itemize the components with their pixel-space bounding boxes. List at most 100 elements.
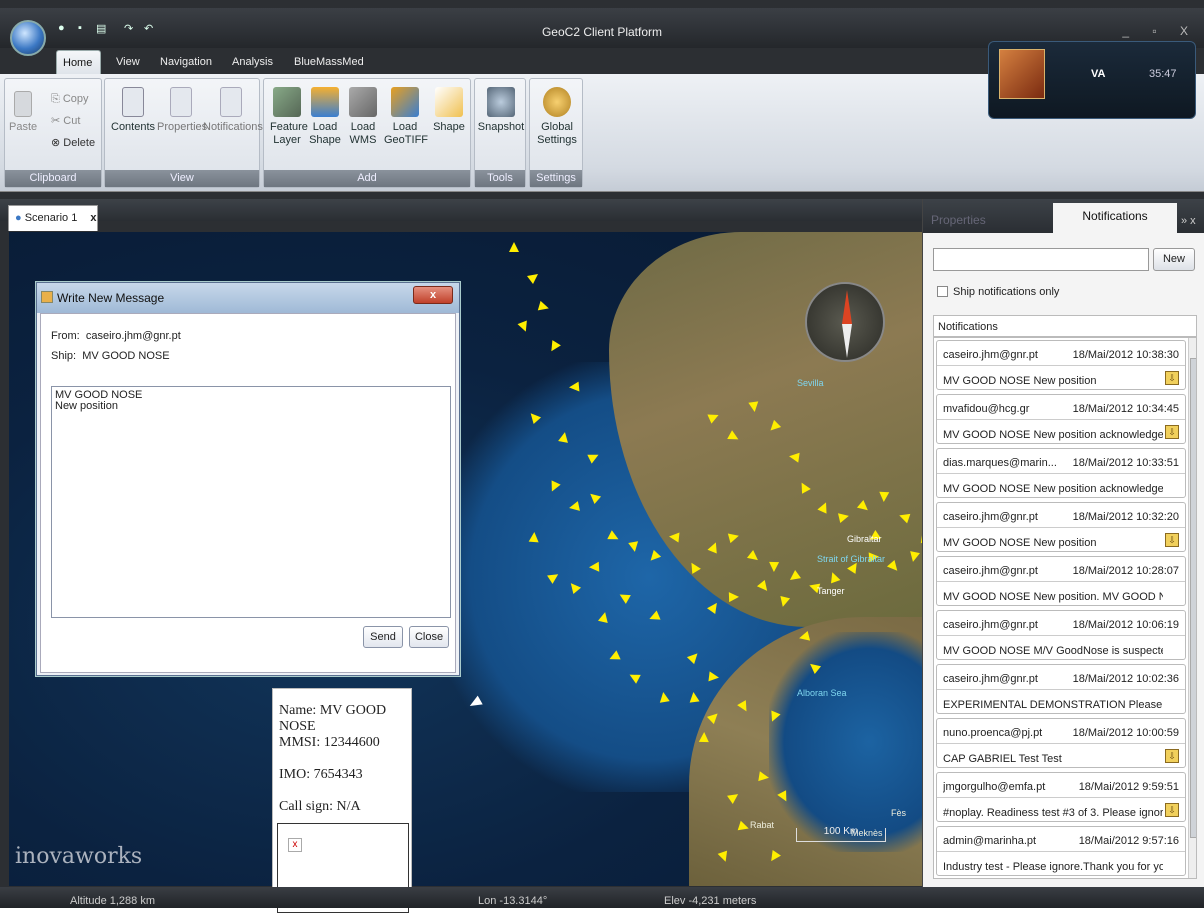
notification-item[interactable]: admin@marinha.pt 18/Mai/2012 9:57:16 Indus… bbox=[936, 826, 1186, 876]
notification-divider bbox=[937, 527, 1185, 528]
close-tab-icon[interactable]: x bbox=[90, 212, 96, 224]
notification-item[interactable]: caseiro.jhm@gnr.pt 18/Mai/2012 10:02:36 EX… bbox=[936, 664, 1186, 714]
add-group-title: Add bbox=[264, 170, 470, 187]
ship-marker[interactable] bbox=[588, 561, 600, 573]
notification-input[interactable] bbox=[933, 248, 1149, 271]
notification-item[interactable]: nuno.proenca@pj.pt 18/Mai/2012 10:00:59 CA… bbox=[936, 718, 1186, 768]
new-notification-button[interactable]: New bbox=[1153, 248, 1195, 271]
map-label-rabat: Rabat bbox=[750, 820, 775, 830]
snapshot-button[interactable]: Snapshot bbox=[477, 87, 525, 134]
tab-home[interactable]: Home bbox=[56, 50, 101, 74]
notification-sender: jmgorgulho@emfa.pt bbox=[943, 781, 1046, 793]
notification-item[interactable]: caseiro.jhm@gnr.pt 18/Mai/2012 10:28:07 MV… bbox=[936, 556, 1186, 606]
notification-item[interactable]: caseiro.jhm@gnr.pt 18/Mai/2012 10:38:30 MV… bbox=[936, 340, 1186, 390]
ship-marker[interactable] bbox=[668, 531, 680, 543]
compass-control[interactable] bbox=[805, 282, 885, 362]
window-controls[interactable]: _ ▫ X bbox=[1122, 24, 1198, 38]
ship-callsign: Call sign: N/A bbox=[279, 799, 361, 814]
ship-marker[interactable] bbox=[788, 451, 800, 463]
ship-marker[interactable] bbox=[878, 491, 890, 503]
session-time: 35:47 bbox=[1149, 68, 1177, 80]
properties-icon bbox=[170, 87, 192, 117]
ship-marker[interactable] bbox=[628, 541, 640, 553]
notification-item[interactable]: mvafidou@hcg.gr 18/Mai/2012 10:34:45 MV GO… bbox=[936, 394, 1186, 444]
notification-sender: admin@marinha.pt bbox=[943, 835, 1037, 847]
ship-marker[interactable] bbox=[658, 691, 670, 703]
download-icon[interactable]: ⇩ bbox=[1165, 803, 1179, 817]
tab-view[interactable]: View bbox=[110, 50, 146, 74]
feature-layer-button[interactable]: Feature Layer bbox=[270, 87, 308, 147]
ship-marker[interactable] bbox=[768, 561, 780, 573]
clipboard-group-title: Clipboard bbox=[5, 170, 101, 187]
properties-button[interactable]: Properties bbox=[157, 87, 207, 134]
ship-marker[interactable] bbox=[517, 320, 531, 334]
ship-marker[interactable] bbox=[708, 671, 720, 683]
cut-button[interactable]: ✂ Cut bbox=[51, 115, 80, 128]
panel-overflow-button[interactable]: » x bbox=[1181, 215, 1196, 227]
notification-item[interactable]: caseiro.jhm@gnr.pt 18/Mai/2012 10:32:20 MV… bbox=[936, 502, 1186, 552]
ship-only-checkbox[interactable] bbox=[937, 286, 948, 297]
tab-scenario-1[interactable]: ● Scenario 1 x bbox=[8, 205, 98, 231]
ship-marker[interactable] bbox=[698, 731, 710, 743]
notification-divider bbox=[937, 743, 1185, 744]
notification-message: MV GOOD NOSE New position bbox=[943, 375, 1097, 387]
gear-icon bbox=[543, 87, 571, 117]
ship-label: Ship: bbox=[51, 350, 77, 362]
download-icon[interactable]: ⇩ bbox=[1165, 749, 1179, 763]
notification-sender: caseiro.jhm@gnr.pt bbox=[943, 511, 1038, 523]
ship-imo: IMO: 7654343 bbox=[279, 767, 363, 782]
download-icon[interactable]: ⇩ bbox=[1165, 371, 1179, 385]
shape-button[interactable]: Shape bbox=[432, 87, 466, 134]
compass-north-needle bbox=[842, 290, 852, 324]
notification-date: 18/Mai/2012 10:38:30 bbox=[1072, 349, 1179, 361]
send-button[interactable]: Send bbox=[363, 626, 403, 648]
paste-button[interactable]: Paste bbox=[9, 91, 37, 134]
download-icon[interactable]: ⇩ bbox=[1165, 425, 1179, 439]
notification-item[interactable]: caseiro.jhm@gnr.pt 18/Mai/2012 10:06:19 MV… bbox=[936, 610, 1186, 660]
load-geotiff-button[interactable]: Load GeoTIFF bbox=[384, 87, 429, 147]
ship-marker[interactable] bbox=[728, 591, 740, 603]
ship-marker[interactable] bbox=[748, 401, 760, 413]
avatar[interactable] bbox=[999, 49, 1045, 99]
ship-marker[interactable] bbox=[528, 531, 540, 543]
ship-marker[interactable] bbox=[758, 771, 770, 783]
load-wms-button[interactable]: Load WMS bbox=[346, 87, 380, 147]
ship-marker[interactable] bbox=[537, 300, 551, 314]
tools-group: Snapshot Tools bbox=[474, 78, 526, 188]
tab-analysis[interactable]: Analysis bbox=[226, 50, 279, 74]
contents-button[interactable]: Contents bbox=[111, 87, 155, 134]
notification-message: MV GOOD NOSE New position acknowledged b… bbox=[943, 483, 1163, 495]
tab-notifications[interactable]: Notifications bbox=[1053, 203, 1177, 233]
dialog-close-button[interactable]: x bbox=[413, 286, 453, 304]
map-label-gibraltar: Gibraltar bbox=[847, 534, 882, 544]
scrollbar-thumb[interactable] bbox=[1190, 358, 1196, 838]
delete-button[interactable]: ⊗ Delete bbox=[51, 137, 95, 150]
copy-button[interactable]: ⎘ Copy bbox=[51, 93, 89, 106]
ship-marker[interactable] bbox=[526, 269, 542, 285]
tab-properties[interactable]: Properties bbox=[931, 213, 986, 227]
load-shape-button[interactable]: Load Shape bbox=[308, 87, 342, 147]
broken-image-icon: x bbox=[288, 838, 302, 852]
tab-navigation[interactable]: Navigation bbox=[154, 50, 218, 74]
load-wms-icon bbox=[349, 87, 377, 117]
ship-marker[interactable] bbox=[558, 431, 570, 443]
global-settings-button[interactable]: Global Settings bbox=[534, 87, 580, 147]
list-scrollbar[interactable] bbox=[1188, 338, 1196, 878]
ship-marker[interactable] bbox=[509, 242, 519, 252]
notification-item[interactable]: dias.marques@marin... 18/Mai/2012 10:33:5… bbox=[936, 448, 1186, 498]
dialog-title-bar[interactable]: Write New Message x bbox=[37, 283, 459, 313]
ship-marker[interactable] bbox=[908, 551, 920, 563]
ship-marker[interactable] bbox=[568, 501, 580, 513]
notification-date: 18/Mai/2012 10:34:45 bbox=[1072, 403, 1179, 415]
ship-marker[interactable] bbox=[547, 340, 561, 354]
download-icon[interactable]: ⇩ bbox=[1165, 533, 1179, 547]
notifications-button[interactable]: Notifications bbox=[203, 87, 263, 134]
paste-label: Paste bbox=[9, 121, 38, 133]
load-geotiff-label: Load GeoTIFF bbox=[384, 121, 429, 146]
message-textarea[interactable]: MV GOOD NOSE New position bbox=[51, 386, 451, 618]
ship-marker[interactable] bbox=[568, 381, 580, 393]
ship-marker[interactable] bbox=[688, 691, 700, 703]
notification-item[interactable]: jmgorgulho@emfa.pt 18/Mai/2012 9:59:51 #no… bbox=[936, 772, 1186, 822]
close-button[interactable]: Close bbox=[409, 626, 449, 648]
tab-bluemassmed[interactable]: BlueMassMed bbox=[288, 50, 370, 74]
